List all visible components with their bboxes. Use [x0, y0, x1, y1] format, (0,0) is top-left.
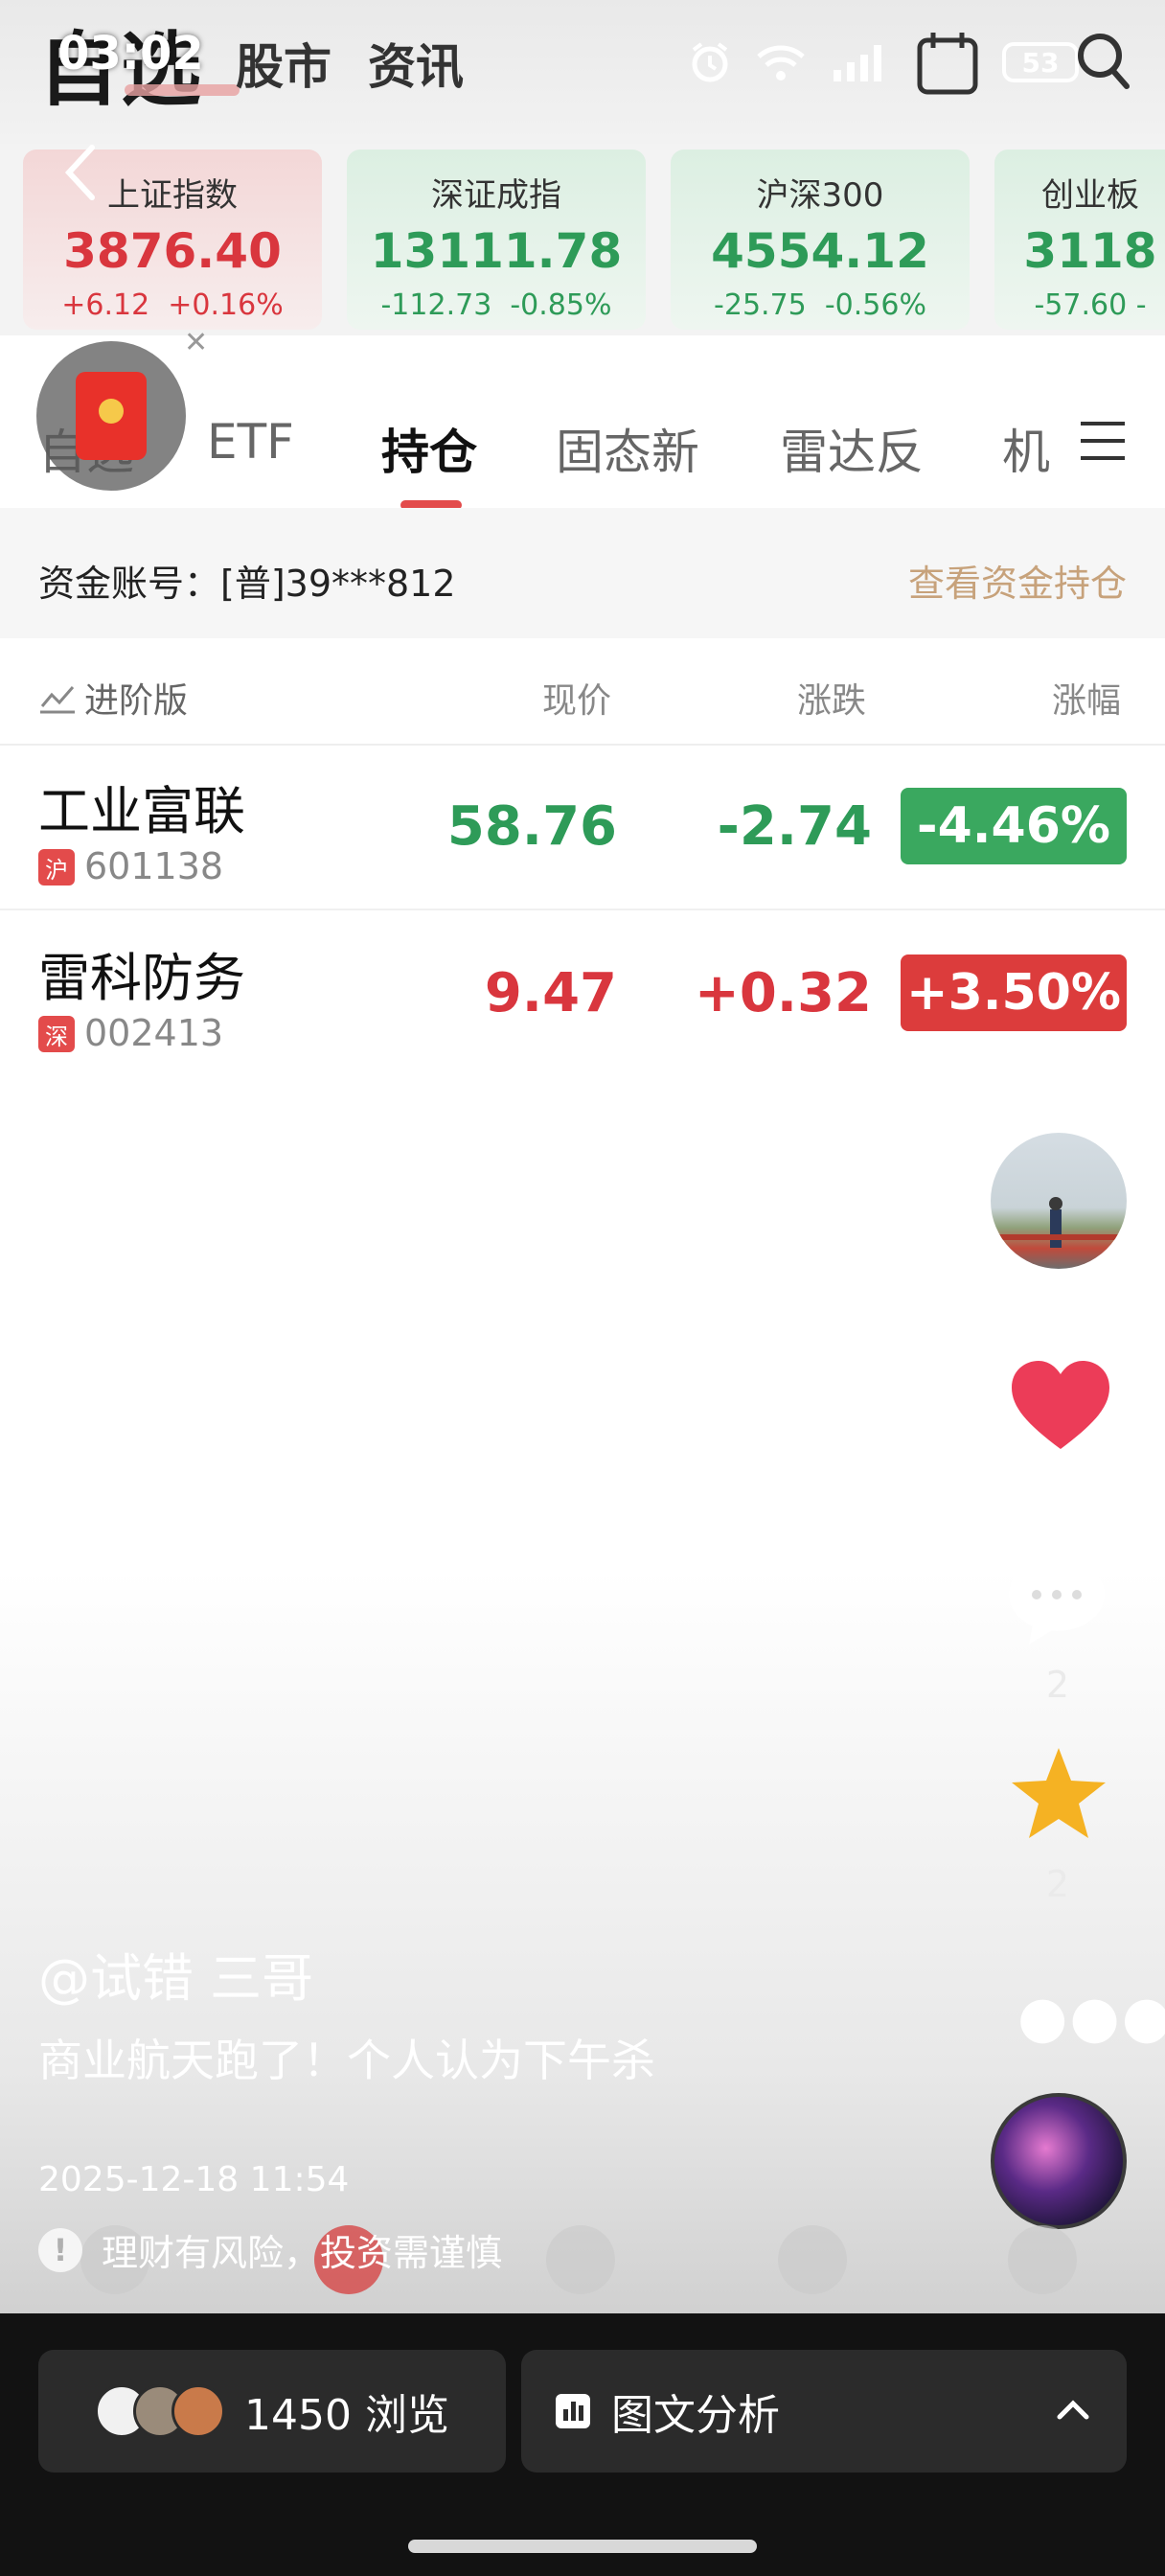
stock-name: 雷科防务: [38, 948, 245, 1008]
index-change: -25.75 -0.56%: [671, 288, 970, 322]
search-icon[interactable]: [1075, 31, 1132, 92]
menu-icon[interactable]: [1079, 420, 1127, 462]
status-icons: 53: [688, 29, 1079, 96]
warning-icon: !: [38, 2227, 82, 2272]
view-holdings-link[interactable]: 查看资金持仓: [908, 554, 1127, 607]
home-indicator[interactable]: [408, 2540, 757, 2553]
post-description: 商业航天跑了！个人认为下午杀: [38, 2035, 655, 2086]
favorite-star-icon[interactable]: [1008, 1744, 1109, 1842]
nav-link-stock-market[interactable]: 股市: [236, 29, 331, 98]
trend-chart-icon: [40, 686, 75, 714]
post-author[interactable]: @试错 三哥: [38, 1936, 313, 2012]
index-change-pct: -: [1135, 288, 1147, 322]
index-card-csi300[interactable]: 沪深300 4554.12 -25.75 -0.56%: [671, 150, 970, 330]
tab-solid-state[interactable]: 固态新: [556, 414, 699, 483]
index-change: -112.73 -0.85%: [347, 288, 646, 322]
index-change: -57.60 -: [994, 288, 1165, 322]
title-underline: [125, 84, 240, 96]
holdings-list-header: 进阶版 现价 涨跌 涨幅: [0, 638, 1165, 746]
account-row: 资金账号：[普]39***812 查看资金持仓: [0, 508, 1165, 638]
column-header-pct[interactable]: 涨幅: [1052, 673, 1121, 723]
analysis-label: 图文分析: [611, 2391, 780, 2440]
back-arrow-icon[interactable]: [61, 144, 100, 201]
index-card-chinext[interactable]: 创业板 3118 -57.60 -: [994, 150, 1165, 330]
close-icon[interactable]: ✕: [184, 326, 208, 359]
stock-change: +0.32: [694, 962, 872, 1024]
top-navigation: 自选 03:02 股市 资讯 53: [0, 0, 1165, 144]
index-change-value: -25.75: [714, 288, 807, 322]
risk-notice-text: 理财有风险，投资需谨慎: [102, 2232, 503, 2274]
index-change-value: -112.73: [380, 288, 492, 322]
stock-code: 601138: [84, 845, 224, 887]
viewer-avatar: [171, 2384, 226, 2438]
battery-indicator: 53: [1002, 42, 1079, 82]
more-options-icon[interactable]: ●●●: [1017, 1984, 1165, 2051]
comment-count: 2: [1045, 1664, 1070, 1706]
tab-etf[interactable]: ETF: [207, 414, 294, 470]
table-row[interactable]: 工业富联 沪 601138 58.76 -2.74 -4.46%: [0, 746, 1165, 910]
index-change-pct: -0.85%: [510, 288, 612, 322]
index-value: 4554.12: [711, 223, 929, 279]
index-change-value: -57.60: [1034, 288, 1128, 322]
index-name: 创业板: [1041, 176, 1139, 215]
like-heart-icon[interactable]: [1008, 1357, 1113, 1453]
index-name: 深证成指: [431, 176, 561, 215]
index-change-pct: -0.56%: [824, 288, 926, 322]
avatar-scene-image: [991, 1197, 1127, 1248]
stock-name: 工业富联: [38, 781, 245, 841]
calendar-icon[interactable]: [916, 29, 979, 96]
analysis-button[interactable]: 图文分析: [521, 2350, 1127, 2472]
advanced-version-toggle[interactable]: 进阶版: [38, 673, 188, 723]
table-row[interactable]: 雷科防务 深 002413 9.47 +0.32 +3.50%: [0, 912, 1165, 1077]
nav-link-news[interactable]: 资讯: [368, 29, 464, 98]
red-packet-button[interactable]: [36, 341, 186, 491]
red-packet-icon: [76, 372, 147, 460]
index-change-value: +6.12: [61, 288, 150, 322]
chevron-up-icon[interactable]: [1050, 2386, 1096, 2432]
index-name: 沪深300: [756, 176, 884, 215]
column-header-change[interactable]: 涨跌: [797, 673, 866, 723]
account-number: 资金账号：[普]39***812: [38, 563, 456, 605]
wifi-icon: [757, 45, 805, 80]
market-badge: 沪: [38, 849, 75, 886]
viewer-avatars: [95, 2384, 226, 2438]
index-value: 3118: [1023, 223, 1157, 279]
tab-holdings[interactable]: 持仓: [381, 414, 477, 483]
stock-code: 002413: [84, 1012, 224, 1054]
stock-pct-badge: +3.50%: [901, 954, 1127, 1031]
ghost-diamond-icon: [778, 2225, 847, 2294]
stock-change: -2.74: [717, 795, 872, 858]
favorite-count: 2: [1045, 1863, 1070, 1905]
tab-more[interactable]: 机: [1002, 414, 1050, 483]
alarm-icon: [692, 42, 728, 82]
music-disc-icon[interactable]: [991, 2093, 1127, 2229]
chart-analysis-icon: [556, 2394, 590, 2428]
views-count: 1450 浏览: [244, 2391, 449, 2440]
index-cards-strip[interactable]: 上证指数 3876.40 +6.12 +0.16% 深证成指 13111.78 …: [0, 144, 1165, 335]
stock-price: 58.76: [446, 795, 617, 858]
bottom-bar: 1450 浏览 图文分析: [0, 2313, 1165, 2576]
column-header-price[interactable]: 现价: [542, 673, 611, 723]
index-value: 3876.40: [63, 223, 282, 279]
index-card-shenzhen[interactable]: 深证成指 13111.78 -112.73 -0.85%: [347, 150, 646, 330]
ghost-trade-icon: [546, 2225, 615, 2294]
stock-price: 9.47: [484, 962, 617, 1024]
tab-radar[interactable]: 雷达反: [780, 414, 924, 483]
comment-icon[interactable]: [1004, 1552, 1109, 1648]
index-value: 13111.78: [370, 223, 623, 279]
author-avatar[interactable]: [991, 1133, 1127, 1269]
market-badge: 深: [38, 1016, 75, 1052]
index-change-pct: +0.16%: [168, 288, 284, 322]
advanced-version-label: 进阶版: [84, 681, 189, 721]
stock-pct-badge: -4.46%: [901, 788, 1127, 864]
post-date: 2025-12-18 11:54: [38, 2160, 350, 2199]
status-time: 03:02: [57, 27, 204, 80]
risk-notice: ! 理财有风险，投资需谨慎: [38, 2223, 502, 2276]
ghost-profile-icon: [1008, 2225, 1077, 2294]
views-button[interactable]: 1450 浏览: [38, 2350, 506, 2472]
index-change: +6.12 +0.16%: [23, 288, 322, 322]
signal-icon: [834, 45, 881, 81]
post-overlay-area: [0, 1073, 1165, 2319]
